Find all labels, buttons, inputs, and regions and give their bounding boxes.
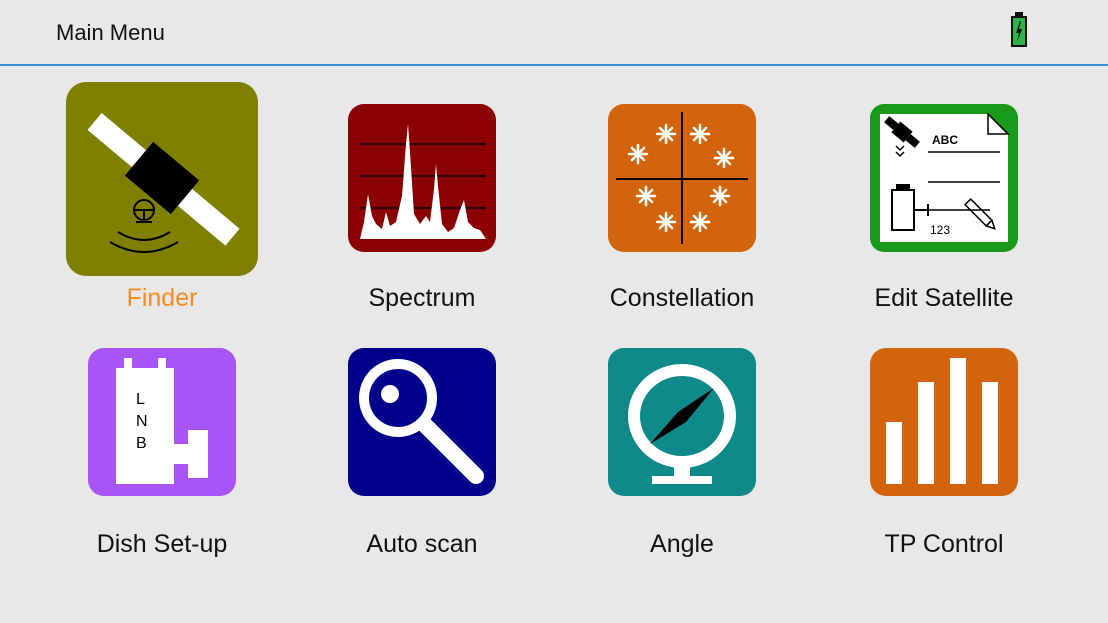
title-bar: Main Menu bbox=[0, 0, 1108, 66]
menu-item-label: Spectrum bbox=[368, 284, 476, 312]
lnb-letter-b: B bbox=[136, 435, 147, 452]
menu-item-label: Angle bbox=[650, 530, 714, 558]
battery-charging-icon bbox=[1010, 12, 1028, 48]
menu-item-label: Auto scan bbox=[366, 530, 478, 558]
constellation-icon bbox=[608, 104, 756, 252]
menu-item-label: Finder bbox=[126, 284, 198, 312]
satellite-finder-icon bbox=[66, 82, 258, 276]
menu-item-auto-scan[interactable]: Auto scan bbox=[322, 328, 522, 568]
menu-item-label: Edit Satellite bbox=[874, 284, 1014, 312]
menu-item-tp-control[interactable]: TP Control bbox=[844, 328, 1044, 568]
bar-chart-icon bbox=[870, 348, 1018, 496]
menu-item-angle[interactable]: Angle bbox=[582, 328, 782, 568]
menu-item-label: TP Control bbox=[884, 530, 1004, 558]
magnifier-icon bbox=[348, 348, 496, 496]
compass-icon bbox=[608, 348, 756, 496]
menu-item-spectrum[interactable]: Spectrum bbox=[322, 82, 522, 322]
number-text: 123 bbox=[930, 223, 950, 237]
lnb-letter-n: N bbox=[136, 413, 148, 430]
spectrum-icon bbox=[348, 104, 496, 252]
menu-item-constellation[interactable]: Constellation bbox=[582, 82, 782, 322]
edit-satellite-icon: ABC 123 bbox=[870, 104, 1018, 252]
menu-item-edit-satellite[interactable]: ABC 123 Edit Satellite bbox=[844, 82, 1044, 322]
menu-item-label: Dish Set-up bbox=[96, 530, 228, 558]
menu-item-label: Constellation bbox=[609, 284, 755, 312]
menu-item-dish-setup[interactable]: L N B Dish Set-up bbox=[62, 328, 262, 568]
lnb-letter-l: L bbox=[136, 391, 145, 408]
abc-text: ABC bbox=[932, 133, 958, 147]
lnb-icon: L N B bbox=[88, 348, 236, 496]
menu-item-finder[interactable]: Finder bbox=[62, 82, 262, 322]
page-title: Main Menu bbox=[56, 20, 165, 45]
